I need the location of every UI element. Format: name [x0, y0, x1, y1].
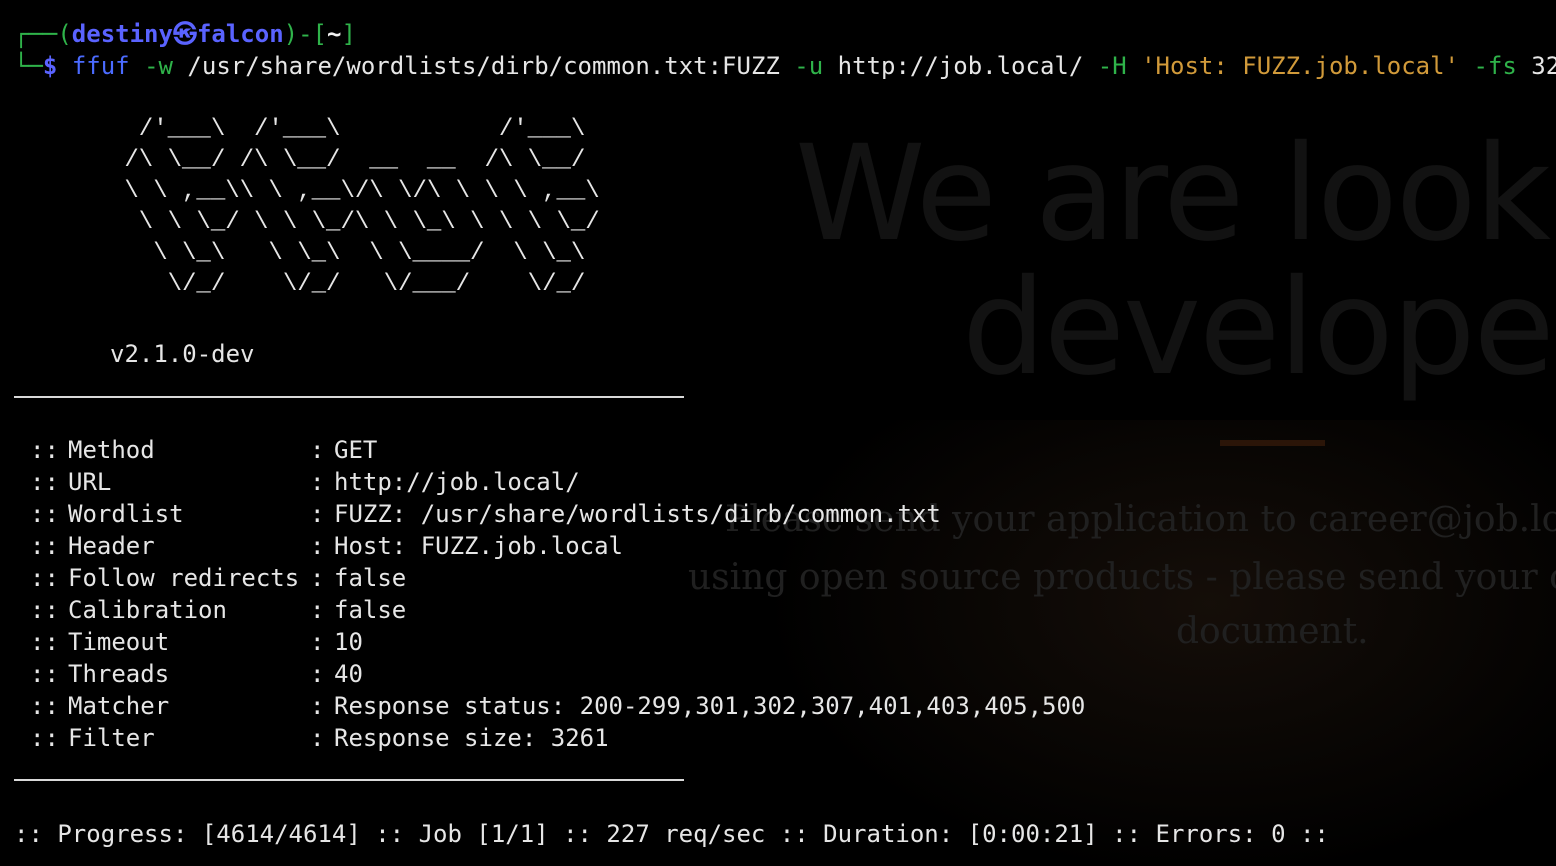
command-program: ffuf — [71, 52, 130, 80]
config-separator: : — [310, 660, 325, 688]
config-separator: : — [310, 468, 325, 496]
config-prefix: :: — [30, 724, 59, 752]
prompt-at-icon: ㉿ — [172, 20, 197, 48]
ffuf-version: v2.1.0-dev — [110, 340, 255, 368]
command-url-arg: http://job.local/ — [837, 52, 1084, 80]
command-flag-H: -H — [1097, 52, 1127, 80]
config-key: Header — [68, 532, 155, 560]
config-key: Timeout — [68, 628, 170, 656]
prompt-cwd: ~ — [327, 20, 342, 48]
config-key: Follow redirects — [68, 564, 300, 592]
config-value: Response status: 200-299,301,302,307,401… — [334, 692, 1086, 720]
config-row-filter: :: Filter: Response size: 3261 — [30, 722, 609, 754]
config-separator: : — [310, 532, 325, 560]
config-value: FUZZ: /usr/share/wordlists/dirb/common.t… — [334, 500, 941, 528]
config-separator: : — [310, 692, 325, 720]
config-row-timeout: :: Timeout:10 — [30, 626, 363, 658]
config-row-calibration: :: Calibration: false — [30, 594, 406, 626]
prompt-bracket-end: ] — [341, 20, 356, 48]
config-separator: : — [310, 724, 325, 752]
config-key: Wordlist — [68, 500, 184, 528]
config-prefix: :: — [30, 692, 59, 720]
config-separator: : — [310, 596, 325, 624]
config-row-follow-redirects: :: Follow redirects: false — [30, 562, 406, 594]
config-prefix: :: — [30, 436, 59, 464]
command-flag-w: -w — [144, 52, 173, 80]
config-key: Threads — [68, 660, 170, 688]
prompt-bracket-mid: )-[ — [283, 20, 328, 48]
config-key: Calibration — [68, 596, 227, 624]
ffuf-ascii-logo: /'___\ /'___\ /'___\ /\ \__/ /\ \__/ __ … — [124, 116, 600, 298]
config-value: false — [334, 564, 407, 592]
config-row-header: :: Header: Host: FUZZ.job.local — [30, 530, 623, 562]
separator-line-top — [14, 396, 684, 398]
config-value: false — [334, 596, 407, 624]
config-value: 10 — [334, 628, 363, 656]
command-flag-fs: -fs — [1473, 52, 1517, 80]
separator-line-bottom — [14, 779, 684, 781]
command-line[interactable]: └─$ ffuf -w /usr/share/wordlists/dirb/co… — [14, 50, 1556, 82]
config-separator: : — [310, 500, 325, 528]
command-flag-u: -u — [794, 52, 824, 80]
config-value: GET — [334, 436, 378, 464]
config-prefix: :: — [30, 660, 59, 688]
config-key: Method — [68, 436, 155, 464]
config-prefix: :: — [30, 532, 59, 560]
prompt-corner-top: ┌──( — [14, 20, 72, 48]
config-row-url: :: URL: http://job.local/ — [30, 466, 580, 498]
config-separator: : — [310, 564, 325, 592]
config-value: Host: FUZZ.job.local — [334, 532, 623, 560]
terminal-window[interactable]: ┌──(destiny㉿falcon)-[~] └─$ ffuf -w /usr… — [0, 0, 1556, 866]
config-row-method: :: Method: GET — [30, 434, 377, 466]
config-value: 40 — [334, 660, 363, 688]
config-value: http://job.local/ — [334, 468, 580, 496]
config-separator: : — [310, 628, 325, 656]
config-prefix: :: — [30, 500, 59, 528]
config-row-threads: :: Threads:40 — [30, 658, 363, 690]
prompt-dollar: $ — [42, 52, 58, 80]
prompt-user: destiny — [71, 20, 173, 48]
prompt-corner-bottom: └─ — [14, 52, 43, 80]
prompt-host: falcon — [196, 20, 284, 48]
progress-status-line: :: Progress: [4614/4614] :: Job [1/1] ::… — [14, 820, 1329, 848]
config-value: Response size: 3261 — [334, 724, 609, 752]
command-size-arg: 3261 — [1531, 52, 1556, 80]
config-key: Matcher — [68, 692, 170, 720]
command-wordlist-arg: /usr/share/wordlists/dirb/common.txt:FUZ… — [187, 52, 780, 80]
command-header-arg: 'Host: FUZZ.job.local' — [1141, 52, 1459, 80]
config-row-matcher: :: Matcher: Response status: 200-299,301,3… — [30, 690, 1085, 722]
config-prefix: :: — [30, 596, 59, 624]
prompt-header-line: ┌──(destiny㉿falcon)-[~] — [14, 18, 356, 50]
config-separator: : — [310, 436, 325, 464]
config-prefix: :: — [30, 468, 59, 496]
config-row-wordlist: :: Wordlist: FUZZ: /usr/share/wordlists/di… — [30, 498, 941, 530]
config-prefix: :: — [30, 628, 59, 656]
config-key: URL — [68, 468, 112, 496]
config-prefix: :: — [30, 564, 59, 592]
config-key: Filter — [68, 724, 155, 752]
